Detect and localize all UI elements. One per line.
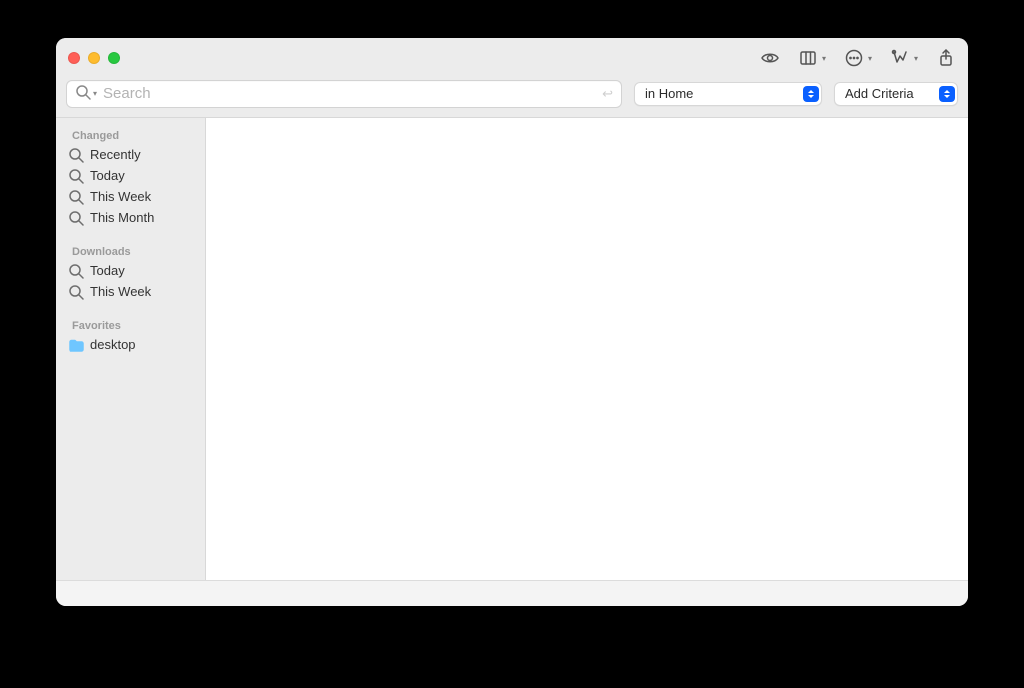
sidebar-item-this-month[interactable]: This Month [60, 207, 201, 228]
close-window-button[interactable] [68, 52, 80, 64]
sidebar-item-label: This Week [90, 283, 151, 300]
finder-window: ▾ ▾ ▾ [56, 38, 968, 606]
minimize-window-button[interactable] [88, 52, 100, 64]
chevron-down-icon: ▾ [914, 54, 918, 63]
chevron-down-icon: ▾ [822, 54, 826, 63]
sidebar-item-recently[interactable]: Recently [60, 144, 201, 165]
search-icon [68, 263, 84, 279]
search-token-menu[interactable]: ▾ [75, 84, 97, 103]
sidebar-item-dl-today[interactable]: Today [60, 260, 201, 281]
columns-icon [798, 48, 818, 68]
enter-key-icon: ↩ [602, 86, 613, 102]
folder-icon [68, 337, 84, 353]
section-title: Downloads [60, 240, 201, 260]
sidebar-item-label: Today [90, 262, 125, 279]
search-scope-label: in Home [645, 86, 797, 101]
chevron-down-icon: ▾ [868, 54, 872, 63]
toolbar: ▾ ▾ ▾ [760, 48, 956, 68]
sidebar-item-this-week[interactable]: This Week [60, 186, 201, 207]
sidebar-item-label: Recently [90, 146, 141, 163]
sidebar-item-desktop[interactable]: desktop [60, 334, 201, 355]
status-bar [56, 580, 968, 606]
sidebar-section-downloads: Downloads Today This Week [60, 240, 201, 302]
stepper-icon [939, 86, 955, 102]
quick-look-button[interactable] [760, 48, 780, 68]
sidebar-item-dl-this-week[interactable]: This Week [60, 281, 201, 302]
action-menu-button[interactable]: ▾ [844, 48, 872, 68]
section-title: Changed [60, 128, 201, 144]
chevron-down-icon: ▾ [93, 89, 97, 98]
section-title: Favorites [60, 314, 201, 334]
view-mode-button[interactable]: ▾ [798, 48, 826, 68]
search-icon [68, 168, 84, 184]
eye-icon [760, 48, 780, 68]
sidebar-section-changed: Changed Recently Today This Week This Mo… [60, 128, 201, 228]
search-field[interactable]: ▾ ↩ [66, 80, 622, 108]
search-row: ▾ ↩ in Home Add Criteria [56, 78, 968, 118]
sidebar-section-favorites: Favorites desktop [60, 314, 201, 355]
tags-button[interactable]: ▾ [890, 48, 918, 68]
share-button[interactable] [936, 48, 956, 68]
stepper-icon [803, 86, 819, 102]
sidebar-item-label: desktop [90, 336, 136, 353]
sidebar: Changed Recently Today This Week This Mo… [56, 118, 206, 580]
search-icon [68, 284, 84, 300]
traffic-lights [68, 52, 120, 64]
ellipsis-circle-icon [844, 48, 864, 68]
titlebar: ▾ ▾ ▾ [56, 38, 968, 78]
search-icon [68, 147, 84, 163]
sidebar-item-label: This Week [90, 188, 151, 205]
add-criteria-label: Add Criteria [845, 86, 933, 101]
window-body: Changed Recently Today This Week This Mo… [56, 118, 968, 580]
search-icon [68, 189, 84, 205]
sidebar-item-label: This Month [90, 209, 154, 226]
add-criteria-dropdown[interactable]: Add Criteria [834, 82, 958, 106]
sidebar-item-today[interactable]: Today [60, 165, 201, 186]
tags-icon [890, 48, 910, 68]
search-icon [68, 210, 84, 226]
sidebar-item-label: Today [90, 167, 125, 184]
search-scope-dropdown[interactable]: in Home [634, 82, 822, 106]
search-icon [75, 84, 91, 103]
share-icon [936, 48, 956, 68]
results-pane [206, 118, 968, 580]
zoom-window-button[interactable] [108, 52, 120, 64]
search-input[interactable] [103, 85, 596, 102]
